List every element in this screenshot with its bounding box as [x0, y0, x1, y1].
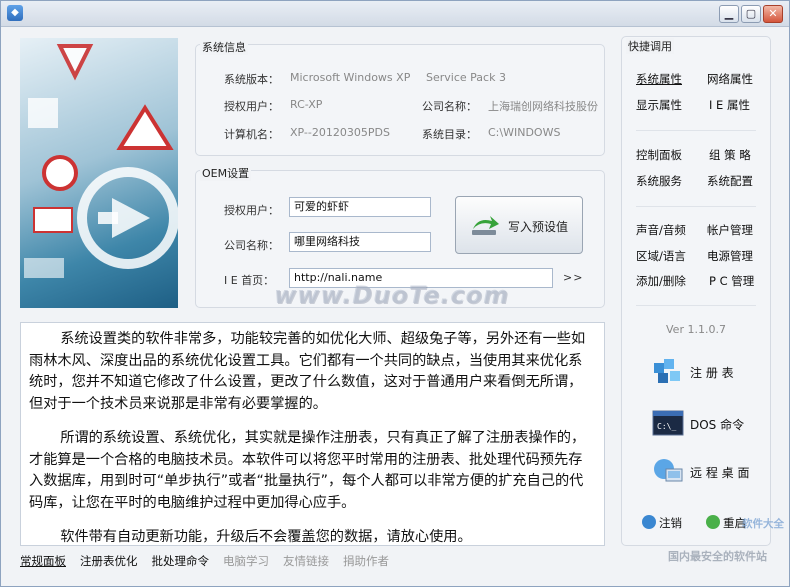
tab-general[interactable]: 常规面板 — [20, 553, 66, 569]
regedit-label: 注 册 表 — [690, 366, 734, 380]
logoff-label: 注销 — [659, 516, 682, 530]
app-icon: ◆ — [7, 5, 23, 21]
registry-icon — [654, 359, 680, 383]
system-dir-value: C:\WINDOWS — [488, 126, 561, 139]
description-paragraph: 软件带有自动更新功能，升级后不会覆盖您的数据，请放心使用。 — [60, 529, 472, 545]
service-pack-value: Service Pack 3 — [426, 71, 506, 84]
tab-learning[interactable]: 电脑学习 — [223, 553, 269, 569]
quick-group-policy[interactable]: 组 策 略 — [709, 147, 751, 163]
version-value: Microsoft Windows XP — [290, 71, 411, 84]
brand-slogan: 国内最安全的软件站 — [668, 550, 767, 563]
company-value: 上海瑞创网络科技股份 — [488, 100, 598, 113]
quick-msconfig[interactable]: 系统配置 — [707, 173, 753, 189]
quick-region[interactable]: 区域/语言 — [636, 248, 686, 264]
remote-desktop-icon — [654, 459, 683, 482]
reboot-button[interactable]: 重启 — [706, 515, 746, 531]
quick-separator — [636, 206, 756, 207]
quick-panel-title: 快捷调用 — [626, 38, 674, 54]
system-info-title: 系统信息 — [200, 39, 248, 55]
logoff-button[interactable]: 注销 — [642, 515, 682, 531]
quick-power[interactable]: 电源管理 — [707, 248, 753, 264]
dos-button[interactable]: C:\_ DOS 命令 — [652, 407, 772, 439]
logoff-icon — [642, 515, 656, 529]
quick-services[interactable]: 系统服务 — [636, 173, 682, 189]
maximize-button[interactable]: ▢ — [741, 5, 761, 23]
description-panel: 系统设置类的软件非常多，功能较完善的如优化大师、超级兔子等，另外还有一些如雨林木… — [20, 322, 605, 546]
description-paragraph: 系统设置类的软件非常多，功能较完善的如优化大师、超级兔子等，另外还有一些如雨林木… — [29, 331, 586, 412]
regedit-button[interactable]: 注 册 表 — [652, 355, 772, 387]
system-dir-label: 系统目录： — [422, 128, 477, 141]
remote-desktop-label: 远 程 桌 面 — [690, 466, 750, 480]
dos-label: DOS 命令 — [690, 418, 745, 432]
tab-donate[interactable]: 捐助作者 — [343, 553, 389, 569]
quick-add-remove[interactable]: 添加/删除 — [636, 273, 686, 289]
home-page-label: I E 首页： — [224, 274, 275, 287]
quick-display-properties[interactable]: 显示属性 — [636, 97, 682, 113]
go-button[interactable]: >> — [563, 271, 583, 284]
brand-watermark: 软件大全 — [742, 518, 784, 530]
quick-network-properties[interactable]: 网络属性 — [707, 71, 753, 87]
company-label: 公司名称： — [422, 100, 477, 113]
oem-user-label: 授权用户： — [224, 204, 279, 217]
oem-user-input[interactable]: 可爱的虾虾 — [289, 197, 431, 217]
tab-links[interactable]: 友情链接 — [283, 553, 329, 569]
tab-registry[interactable]: 注册表优化 — [80, 553, 138, 569]
description-paragraph: 所谓的系统设置、系统优化，其实就是操作注册表，只有真正了解了注册表操作的，才能算… — [29, 430, 586, 511]
oem-company-input[interactable]: 哪里网络科技 — [289, 232, 431, 252]
write-arrow-icon — [472, 216, 499, 235]
close-button[interactable]: ✕ — [763, 5, 783, 23]
site-watermark: www.DuoTe.com — [274, 281, 509, 309]
quick-separator — [636, 130, 756, 131]
quick-separator — [636, 305, 756, 306]
tab-batch[interactable]: 批处理命令 — [152, 553, 210, 569]
oem-title: OEM设置 — [200, 165, 252, 181]
write-defaults-label: 写入预设值 — [508, 220, 569, 234]
terminal-icon: C:\_ — [652, 410, 684, 436]
licensed-user-value: RC-XP — [290, 98, 323, 111]
svg-text:C:\_: C:\_ — [657, 422, 676, 431]
bottom-tab-bar: 常规面板 注册表优化 批处理命令 电脑学习 友情链接 捐助作者 — [20, 553, 389, 569]
version-label: 系统版本： — [224, 73, 279, 86]
licensed-user-label: 授权用户： — [224, 100, 279, 113]
title-bar[interactable]: ◆ ▁ ▢ ✕ — [1, 1, 789, 27]
quick-control-panel[interactable]: 控制面板 — [636, 147, 682, 163]
write-defaults-button[interactable]: 写入预设值 — [455, 196, 583, 254]
remote-desktop-button[interactable]: 远 程 桌 面 — [652, 455, 772, 487]
oem-company-label: 公司名称： — [224, 239, 279, 252]
computer-name-value: XP--20120305PDS — [290, 126, 390, 139]
reboot-icon — [706, 515, 720, 529]
quick-pc-management[interactable]: P C 管理 — [709, 273, 754, 289]
quick-sound[interactable]: 声音/音频 — [636, 222, 686, 238]
computer-name-label: 计算机名： — [224, 128, 279, 141]
hero-graphic — [24, 44, 178, 278]
hero-image — [20, 38, 178, 308]
quick-ie-properties[interactable]: I E 属性 — [709, 97, 750, 113]
minimize-button[interactable]: ▁ — [719, 5, 739, 23]
window-controls: ▁ ▢ ✕ — [719, 5, 783, 23]
version-text: Ver 1.1.0.7 — [666, 323, 726, 336]
quick-accounts[interactable]: 帐户管理 — [707, 222, 753, 238]
quick-system-properties[interactable]: 系统属性 — [636, 71, 682, 87]
